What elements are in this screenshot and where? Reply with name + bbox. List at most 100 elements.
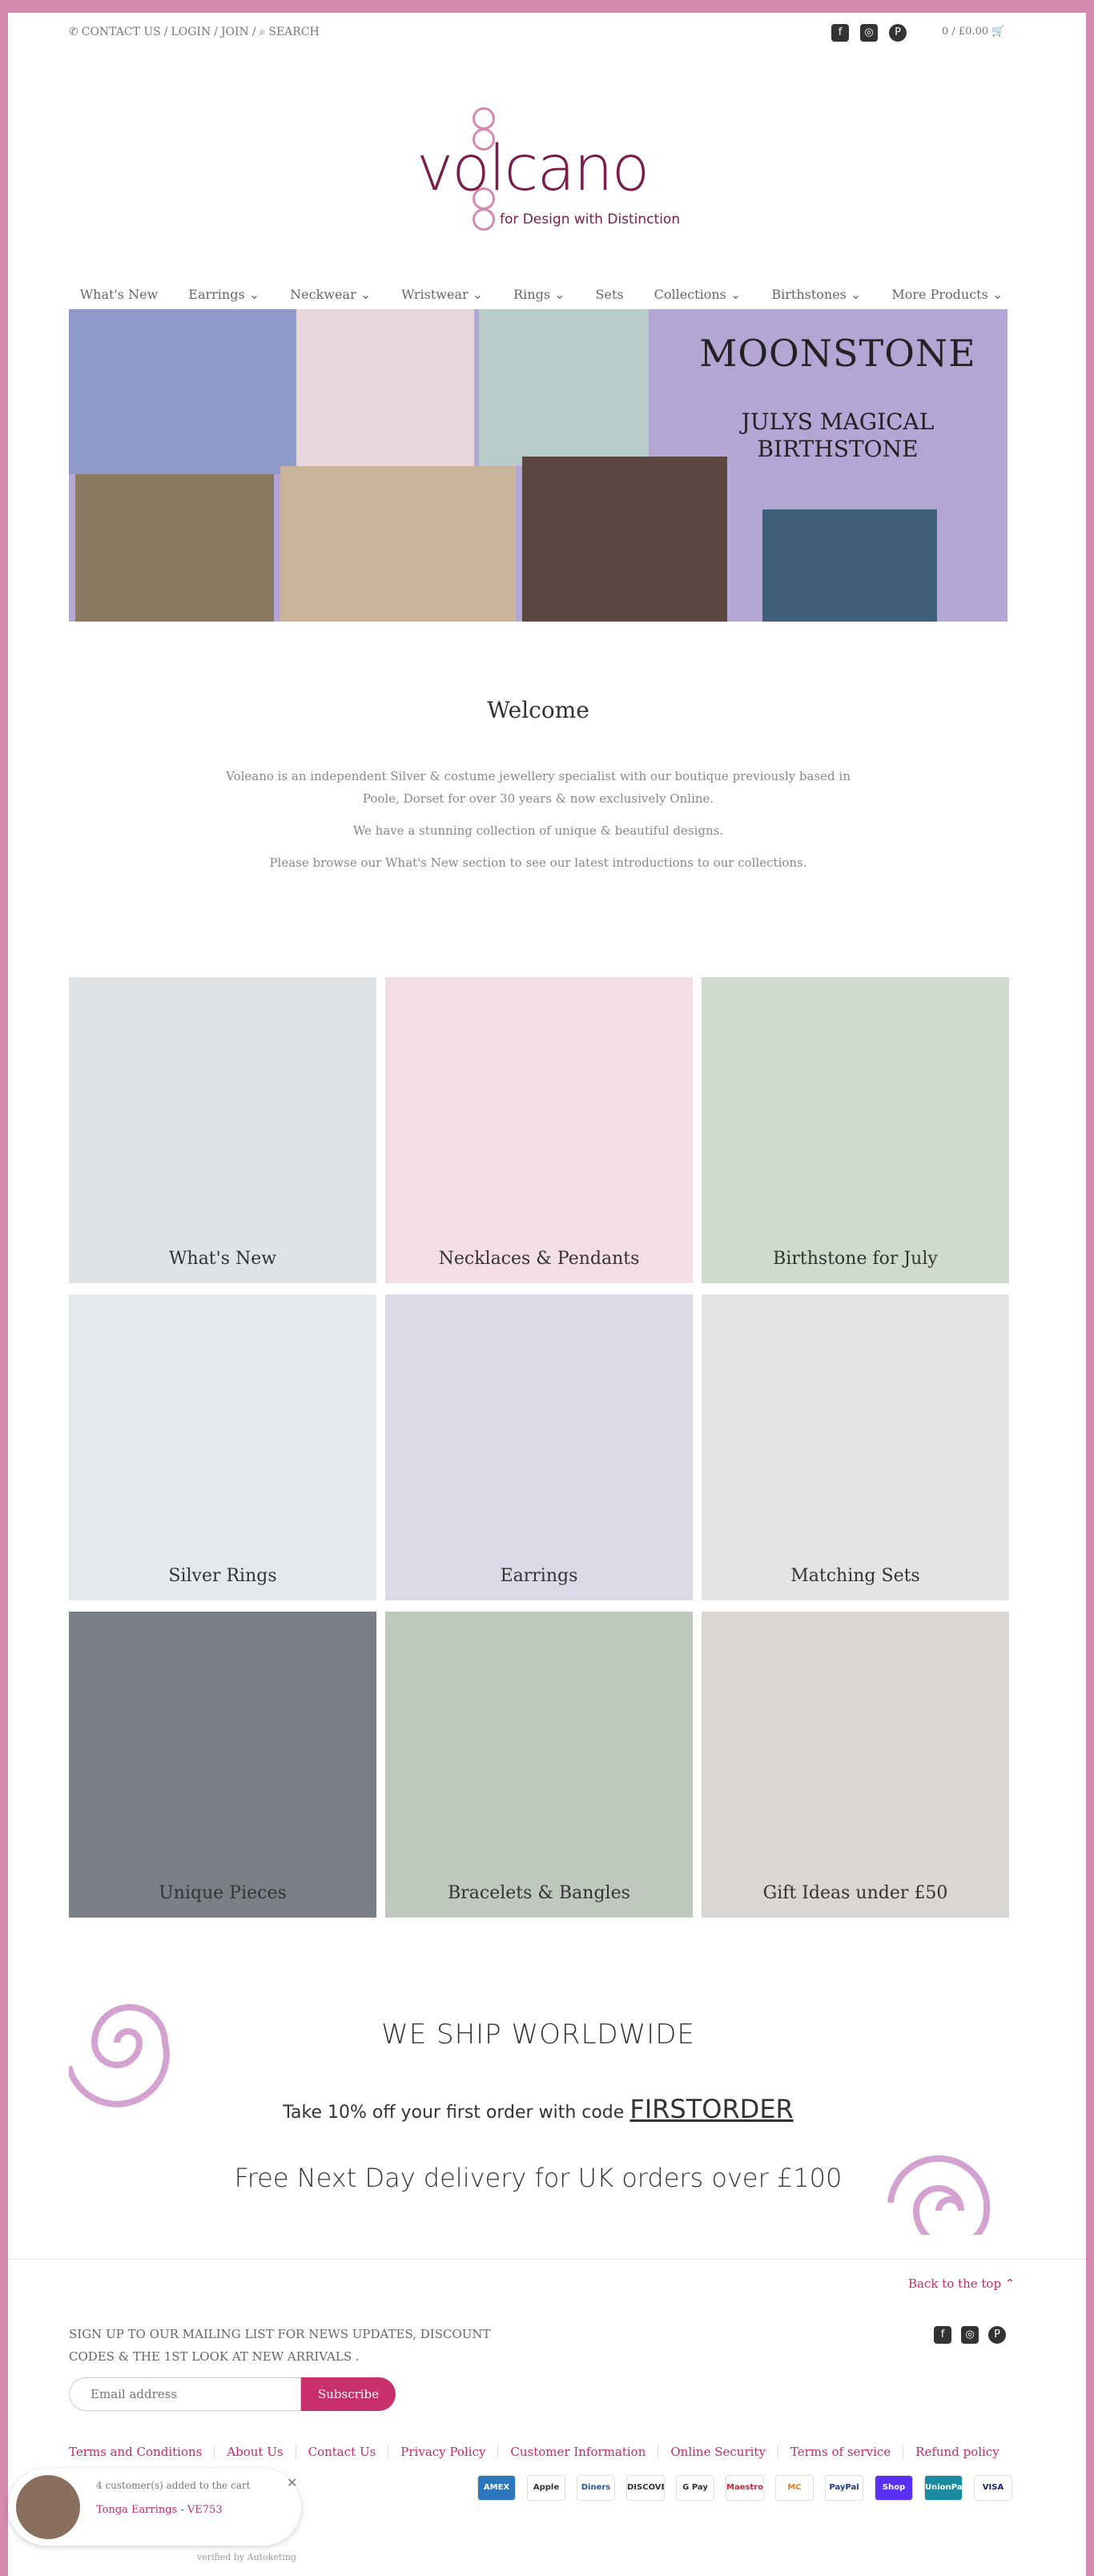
- login-link[interactable]: LOGIN: [171, 26, 211, 38]
- footer-link-terms[interactable]: Terms and Conditions: [69, 2445, 214, 2459]
- tile-silver-rings[interactable]: Silver Rings: [69, 1294, 376, 1600]
- tile-whats-new[interactable]: What's New: [69, 977, 376, 1283]
- footer-link-privacy[interactable]: Privacy Policy: [388, 2445, 497, 2459]
- back-to-top-link[interactable]: Back to the top ⌃: [908, 2276, 1015, 2291]
- top-bar: ✆ CONTACT US / LOGIN / JOIN / ⌕ SEARCH f…: [69, 24, 1014, 43]
- logo-wordmark: volcano: [416, 133, 650, 205]
- delivery-offer: Free Next Day delivery for UK orders ove…: [234, 2163, 843, 2193]
- subscribe-button[interactable]: Subscribe: [301, 2377, 396, 2411]
- nav-neckwear[interactable]: Neckwear ⌄: [290, 287, 371, 302]
- hero-subtitle: JULYS MAGICAL BIRTHSTONE: [741, 409, 935, 462]
- discount-code: FIRSTORDER: [629, 2094, 794, 2124]
- footer-link-security[interactable]: Online Security: [658, 2445, 778, 2459]
- tile-label: Birthstone for July: [773, 1249, 938, 1269]
- logo-circle: [473, 107, 495, 130]
- popup-product-link[interactable]: Tonga Earrings - VE753: [96, 2504, 223, 2516]
- hero-photo-earrings: [75, 474, 274, 622]
- social-links-top: f ◎ P: [831, 24, 907, 42]
- facebook-icon[interactable]: f: [831, 24, 849, 42]
- hero-photo-beach: [280, 466, 516, 622]
- footer-link-contact[interactable]: Contact Us: [295, 2445, 388, 2459]
- site-logo[interactable]: volcano for Design with Distinction: [416, 93, 681, 253]
- facebook-icon[interactable]: f: [934, 2326, 951, 2344]
- cart-total: 0 / £0.00: [942, 26, 989, 38]
- nav-wristwear[interactable]: Wristwear ⌄: [401, 287, 483, 302]
- social-links-footer: f ◎ P: [934, 2326, 1006, 2344]
- pinterest-icon[interactable]: P: [988, 2326, 1006, 2344]
- tile-bracelets[interactable]: Bracelets & Bangles: [385, 1612, 693, 1918]
- mastercard-icon: MC: [775, 2475, 814, 2501]
- nav-whats-new[interactable]: What's New: [80, 287, 159, 302]
- google-pay-icon: G Pay: [676, 2475, 714, 2501]
- close-icon[interactable]: ✕: [287, 2475, 297, 2490]
- hero-photo-ring: [296, 309, 474, 466]
- tile-label: Gift Ideas under £50: [762, 1883, 948, 1903]
- visa-icon: VISA: [974, 2475, 1012, 2501]
- shop-pay-icon: Shop Pay: [875, 2475, 913, 2501]
- welcome-title: Welcome: [487, 697, 589, 723]
- separator: /: [251, 26, 256, 38]
- amex-icon: AMEX: [477, 2475, 516, 2501]
- hero-banner[interactable]: MOONSTONE JULYS MAGICAL BIRTHSTONE: [69, 309, 1008, 622]
- welcome-paragraph: Voleano is an independent Silver & costu…: [226, 769, 851, 806]
- cart-notification-popup[interactable]: 4 customer(s) added to the cart Tonga Ea…: [8, 2469, 301, 2546]
- payment-icons: AMEX Apple Pay Diners DISCOVER G Pay Mae…: [477, 2475, 1012, 2501]
- footer-link-terms-service[interactable]: Terms of service: [777, 2445, 903, 2459]
- cart-icon: 🛒: [991, 26, 1005, 38]
- tile-label: Unique Pieces: [159, 1883, 287, 1903]
- tile-matching-sets[interactable]: Matching Sets: [702, 1294, 1009, 1600]
- footer-divider: [8, 2259, 1086, 2260]
- tile-earrings[interactable]: Earrings: [385, 1294, 693, 1600]
- nav-rings[interactable]: Rings ⌄: [513, 287, 565, 302]
- tile-label: Silver Rings: [168, 1566, 277, 1586]
- shipping-heading: WE SHIP WORLDWIDE: [381, 2019, 695, 2051]
- nav-more-products[interactable]: More Products ⌄: [891, 287, 1003, 302]
- welcome-paragraph: We have a stunning collection of unique …: [352, 823, 724, 838]
- welcome-section: Welcome Voleano is an independent Silver…: [69, 697, 1008, 883]
- hero-photo-necklace: [69, 309, 296, 474]
- tile-label: Matching Sets: [790, 1566, 920, 1586]
- paypal-icon: PayPal: [825, 2475, 863, 2501]
- search-link[interactable]: SEARCH: [268, 26, 319, 38]
- footer-link-customer-info[interactable]: Customer Information: [497, 2445, 658, 2459]
- footer-link-refund[interactable]: Refund policy: [903, 2445, 1012, 2459]
- tile-unique-pieces[interactable]: Unique Pieces: [69, 1612, 376, 1918]
- instagram-icon[interactable]: ◎: [961, 2326, 979, 2344]
- discover-icon: DISCOVER: [626, 2475, 665, 2501]
- hero-photo-model: [522, 457, 727, 622]
- top-links: ✆ CONTACT US / LOGIN / JOIN / ⌕ SEARCH: [69, 26, 320, 38]
- nav-collections[interactable]: Collections ⌄: [654, 287, 742, 302]
- tile-gift-ideas[interactable]: Gift Ideas under £50: [702, 1612, 1009, 1918]
- tile-label: What's New: [168, 1249, 277, 1269]
- popup-message: 4 customer(s) added to the cart: [96, 2480, 251, 2491]
- pinterest-icon[interactable]: P: [889, 24, 907, 42]
- cart-link[interactable]: 0 / £0.00 🛒: [942, 26, 1004, 38]
- separator: /: [214, 26, 218, 38]
- tile-label: Earrings: [500, 1566, 578, 1586]
- main-nav: What's New Earrings ⌄ Neckwear ⌄ Wristwe…: [69, 287, 1014, 302]
- tile-birthstone[interactable]: Birthstone for July: [702, 977, 1009, 1283]
- logo-tagline: for Design with Distinction: [500, 211, 681, 227]
- email-input[interactable]: [69, 2377, 301, 2411]
- unionpay-icon: UnionPay: [924, 2475, 963, 2501]
- instagram-icon[interactable]: ◎: [860, 24, 878, 42]
- nav-earrings[interactable]: Earrings ⌄: [188, 287, 259, 302]
- tile-label: Necklaces & Pendants: [438, 1249, 640, 1269]
- hero-photo-ring-leaves: [479, 309, 649, 466]
- apple-pay-icon: Apple Pay: [527, 2475, 565, 2501]
- hero-title: MOONSTONE: [699, 332, 976, 375]
- footer-link-about[interactable]: About Us: [214, 2445, 295, 2459]
- nav-sets[interactable]: Sets: [596, 287, 624, 302]
- contact-us-link[interactable]: CONTACT US: [82, 26, 161, 38]
- maestro-icon: Maestro: [726, 2475, 764, 2501]
- hero-photo-sunset: [762, 509, 937, 622]
- search-icon[interactable]: ⌕: [259, 26, 266, 38]
- nav-birthstones[interactable]: Birthstones ⌄: [771, 287, 861, 302]
- footer-links: Terms and Conditions About Us Contact Us…: [69, 2445, 1012, 2459]
- diners-icon: Diners: [577, 2475, 615, 2501]
- discount-offer: Take 10% off your first order with code …: [283, 2094, 794, 2124]
- tile-label: Bracelets & Bangles: [448, 1883, 630, 1903]
- join-link[interactable]: JOIN: [221, 26, 249, 38]
- tile-necklaces[interactable]: Necklaces & Pendants: [385, 977, 693, 1283]
- product-thumbnail: [16, 2475, 80, 2539]
